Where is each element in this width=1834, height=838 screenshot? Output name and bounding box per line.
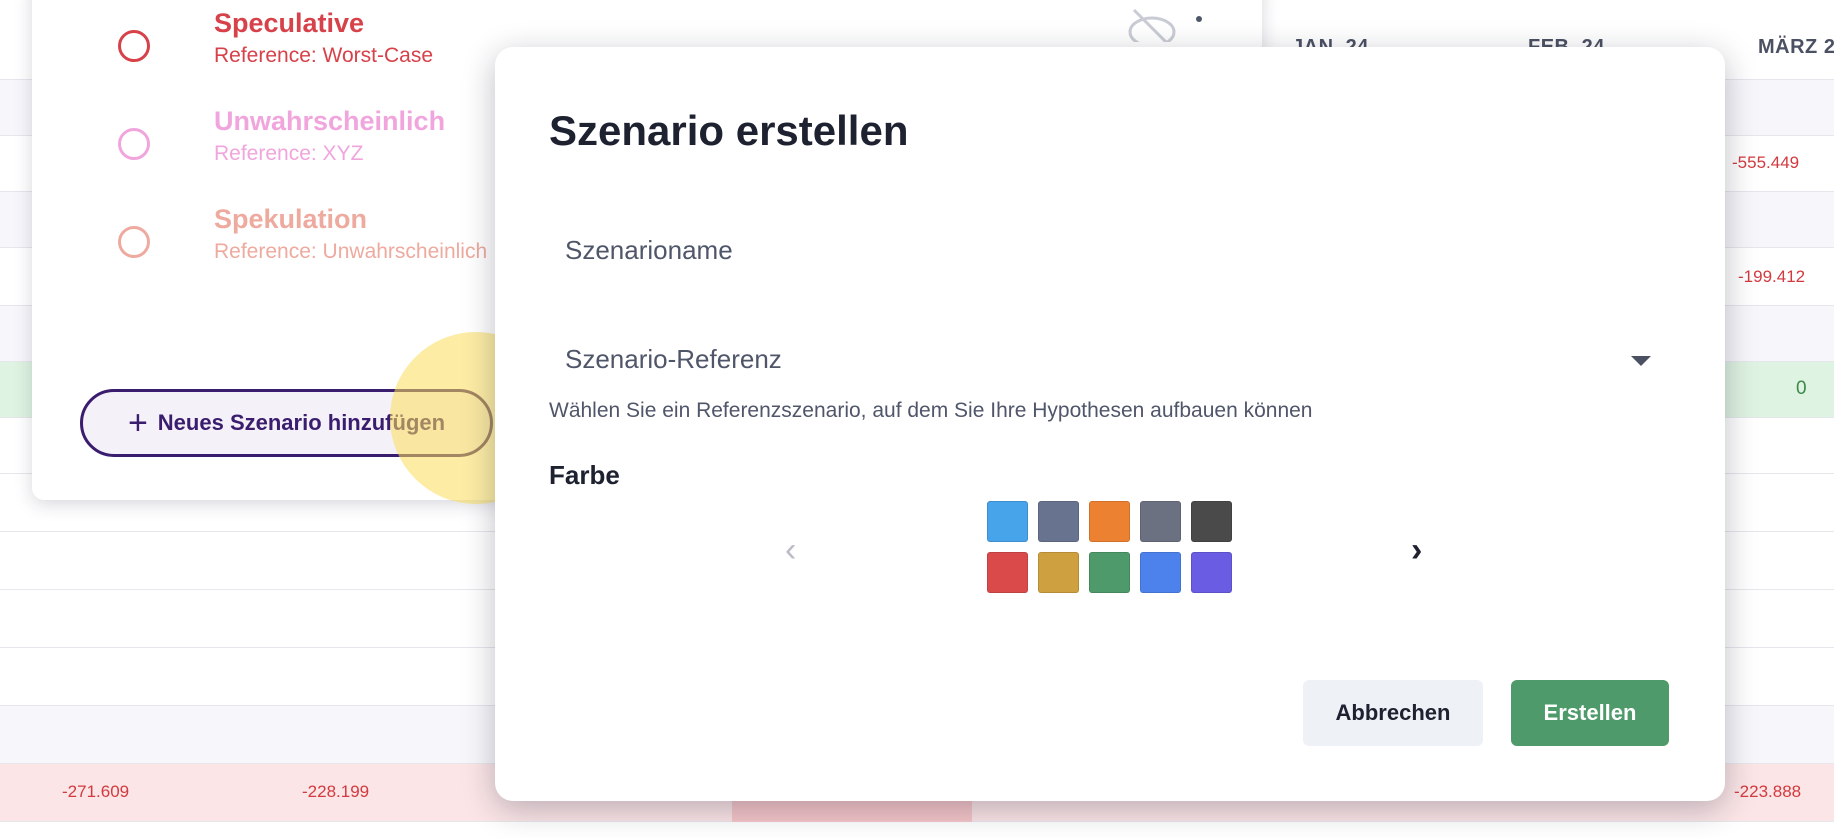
color-swatch[interactable]: [1191, 501, 1232, 542]
create-button[interactable]: Erstellen: [1511, 680, 1669, 746]
reference-helper-text: Wählen Sie ein Referenzszenario, auf dem…: [549, 399, 1313, 422]
dropdown-caret-icon: [1631, 356, 1651, 366]
table-cell: -555.449: [1732, 153, 1800, 172]
radio-button[interactable]: [118, 30, 150, 62]
scenario-reference: Reference: XYZ: [214, 142, 364, 165]
color-swatch[interactable]: [987, 501, 1028, 542]
radio-button[interactable]: [118, 128, 150, 160]
color-label: Farbe: [549, 460, 620, 490]
color-swatch[interactable]: [1191, 552, 1232, 593]
radio-button[interactable]: [118, 226, 150, 258]
scenario-name: Speculative: [214, 8, 365, 38]
color-swatch[interactable]: [1140, 501, 1181, 542]
table-cell: 0: [1796, 378, 1807, 399]
chevron-right-icon[interactable]: ›: [1411, 533, 1422, 567]
table-cell: -271.609: [62, 782, 130, 801]
table-cell: -199.412: [1738, 267, 1806, 286]
color-swatch[interactable]: [1140, 552, 1181, 593]
create-scenario-dialog: Szenario erstellen Szenarioname Szenario…: [495, 47, 1725, 801]
panel-icons: [1128, 2, 1238, 48]
scenario-reference-placeholder: Szenario-Referenz: [565, 344, 782, 374]
hide-icon[interactable]: [1128, 2, 1238, 48]
scenario-name: Spekulation: [214, 204, 368, 234]
cancel-button[interactable]: Abbrechen: [1303, 680, 1483, 746]
scenario-reference: Reference: Unwahrscheinlich: [214, 240, 488, 263]
color-swatch[interactable]: [1089, 552, 1130, 593]
table-cell: -228.199: [302, 782, 370, 801]
color-swatch[interactable]: [1089, 501, 1130, 542]
table-cell: -223.888: [1734, 782, 1802, 801]
scenario-reference-select[interactable]: Szenario-Referenz: [549, 314, 1671, 404]
scenario-name-placeholder: Szenarioname: [565, 235, 733, 265]
scenario-name: Unwahrscheinlich: [214, 106, 446, 136]
color-swatch[interactable]: [987, 552, 1028, 593]
plus-icon: +: [127, 404, 148, 442]
color-swatch[interactable]: [1038, 501, 1079, 542]
scenario-name-field[interactable]: Szenarioname: [549, 205, 1671, 295]
scenario-reference: Reference: Worst-Case: [214, 44, 434, 67]
dialog-title: Szenario erstellen: [549, 107, 909, 154]
more-vertical-icon[interactable]: [1194, 14, 1204, 39]
color-swatch[interactable]: [1038, 552, 1079, 593]
chevron-left-icon[interactable]: ‹: [785, 533, 796, 567]
month-header: MÄRZ 24: [1758, 36, 1834, 58]
